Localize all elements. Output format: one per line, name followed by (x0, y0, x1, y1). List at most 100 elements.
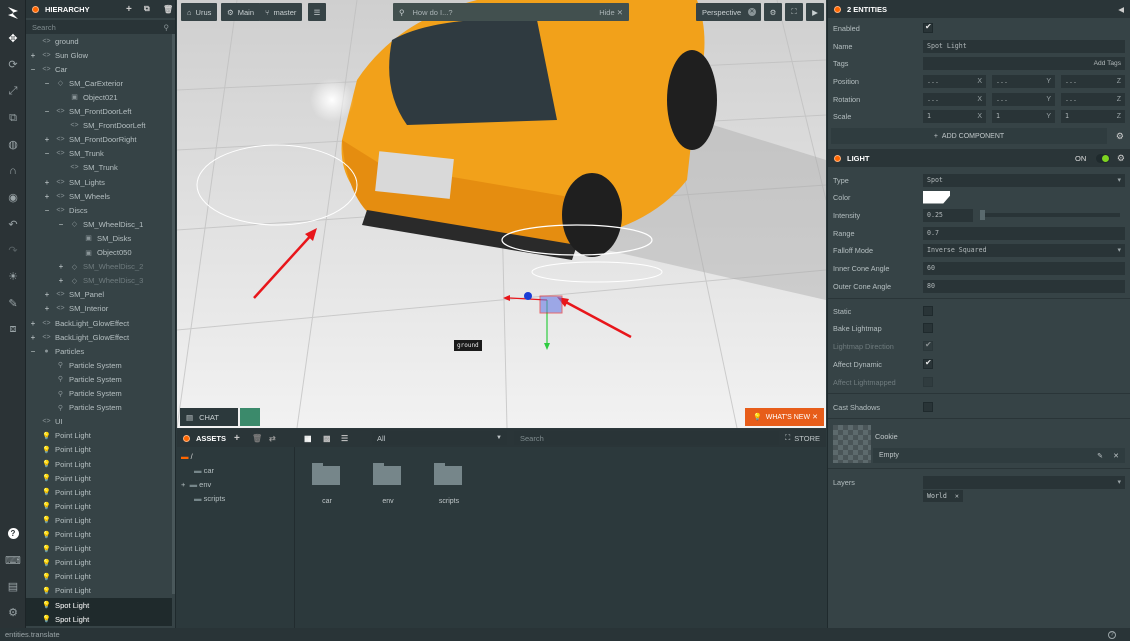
tree-item[interactable]: 💡 Point Light (26, 584, 172, 598)
asset-filter-select[interactable]: All ▼ (372, 431, 507, 445)
keyboard-icon[interactable]: ⌨ (0, 549, 26, 571)
whats-new-button[interactable]: 💡 WHAT'S NEW ✕ (745, 408, 824, 426)
enabled-checkbox[interactable] (923, 22, 933, 33)
rotate-icon[interactable]: ⟳ (0, 53, 26, 75)
light-icon[interactable]: ☀ (0, 265, 26, 287)
hierarchy-search-input[interactable]: Search ⚲ (26, 20, 175, 34)
tree-item[interactable]: + <> SM_Panel (26, 288, 172, 302)
lightmap-direction-checkbox[interactable] (923, 340, 933, 351)
chat-button[interactable]: ▤ CHAT (180, 408, 238, 426)
expand-toggle-icon[interactable]: − (57, 220, 65, 229)
expand-toggle-icon[interactable]: + (29, 319, 37, 328)
expand-toggle-icon[interactable]: + (43, 178, 51, 187)
tree-item[interactable]: ▣ SM_Disks (26, 231, 172, 245)
asset-tree-item-car[interactable]: ▬ car (194, 466, 214, 475)
tree-item[interactable]: + <> SM_FrontDoorRight (26, 133, 172, 147)
tree-item[interactable]: + <> SM_Lights (26, 175, 172, 189)
tree-item[interactable]: 💡 Point Light (26, 528, 172, 542)
viewport-settings-button[interactable]: ⚙ (764, 3, 782, 21)
help-icon[interactable]: ? (0, 522, 26, 544)
expand-toggle-icon[interactable]: + (57, 262, 65, 271)
magnet-icon[interactable]: ∩ (0, 160, 26, 182)
expand-toggle-icon[interactable]: + (29, 333, 37, 342)
tree-item[interactable]: 💡 Point Light (26, 542, 172, 556)
intensity-slider[interactable] (980, 210, 1120, 220)
playcanvas-logo-icon[interactable] (0, 2, 26, 24)
add-entity-icon[interactable]: + (126, 4, 132, 15)
tree-item[interactable]: − <> Car (26, 62, 172, 76)
add-asset-icon[interactable]: + (234, 433, 240, 444)
asset-folder-scripts[interactable]: scripts (434, 463, 464, 508)
globe-icon[interactable]: ◍ (0, 133, 26, 155)
tree-item[interactable]: − <> SM_FrontDoorLeft (26, 105, 172, 119)
scale-icon[interactable]: ⤢ (0, 80, 26, 102)
affect-lightmapped-checkbox[interactable] (923, 377, 933, 387)
store-button[interactable]: ⛶ STORE (785, 431, 820, 445)
cast-shadows-checkbox[interactable] (923, 402, 933, 412)
tree-item[interactable]: 💡 Point Light (26, 429, 172, 443)
tree-item[interactable]: 💡 Point Light (26, 499, 172, 513)
asset-folder-env[interactable]: env (373, 463, 403, 508)
tree-item[interactable]: <> UI (26, 415, 172, 429)
tree-item[interactable]: 💡 Point Light (26, 556, 172, 570)
asset-tree-item-scripts[interactable]: ▬ scripts (194, 494, 225, 503)
fullscreen-button[interactable]: ⛶ (785, 3, 803, 21)
tree-item[interactable]: + <> Sun Glow (26, 48, 172, 62)
rotation-x-field[interactable]: ... X (923, 92, 986, 106)
refresh-icon[interactable]: ⇄ (269, 434, 276, 443)
tree-item[interactable]: − ● Particles (26, 344, 172, 358)
expand-toggle-icon[interactable]: − (43, 107, 51, 116)
light-component-header[interactable]: LIGHT ON ⚙ (828, 149, 1130, 167)
tree-item[interactable]: ▣ Object021 (26, 90, 172, 104)
info-icon[interactable]: ? (1108, 630, 1116, 639)
falloff-select[interactable]: Inverse Squared ▾ (923, 243, 1125, 257)
asset-tree-item-env[interactable]: + ▬ env (181, 480, 211, 489)
add-component-button[interactable]: + ADD COMPONENT (831, 128, 1107, 144)
position-y-field[interactable]: ... Y (992, 74, 1055, 88)
scene-button[interactable]: ⚙ Main (221, 3, 260, 21)
tree-item[interactable]: 💡 Spot Light (26, 598, 172, 613)
tree-item[interactable]: + ◇ SM_WheelDisc_2 (26, 260, 172, 274)
resize-icon[interactable]: ⧉ (0, 107, 26, 129)
tree-item[interactable]: + <> BackLight_GlowEffect (26, 330, 172, 344)
tree-item[interactable]: 💡 Point Light (26, 570, 172, 584)
asset-root[interactable]: ▬ / (181, 452, 193, 461)
close-icon[interactable]: ✕ (748, 8, 756, 16)
tree-item[interactable]: ⚲ Particle System (26, 358, 172, 372)
hierarchy-scrollbar[interactable] (172, 34, 175, 594)
edit-icon[interactable]: ✎ (1097, 452, 1103, 460)
help-search-input[interactable]: ⚲ How do I...? Hide ✕ (393, 3, 629, 21)
tree-item[interactable]: − <> Discs (26, 203, 172, 217)
inner-cone-field[interactable]: 60 (923, 261, 1125, 275)
light-toggle[interactable] (1096, 153, 1110, 163)
bake-lightmap-checkbox[interactable] (923, 323, 933, 333)
tree-item[interactable]: ⚲ Particle System (26, 387, 172, 401)
small-grid-view-icon[interactable]: ▩ (323, 434, 331, 443)
affect-dynamic-checkbox[interactable] (923, 358, 933, 369)
expand-toggle-icon[interactable]: + (57, 276, 65, 285)
rotation-y-field[interactable]: ... Y (992, 92, 1055, 106)
collapse-icon[interactable]: ◀ (1118, 5, 1124, 14)
tree-item[interactable]: 💡 Point Light (26, 513, 172, 527)
cookie-thumbnail[interactable] (833, 425, 871, 463)
branch-button[interactable]: ⑂ master (259, 3, 303, 21)
name-field[interactable]: Spot Light (923, 39, 1125, 53)
tags-field[interactable]: Add Tags (923, 56, 1125, 70)
tree-item[interactable]: + <> SM_Interior (26, 302, 172, 316)
tree-item[interactable]: + ◇ SM_WheelDisc_3 (26, 274, 172, 288)
tree-item[interactable]: − <> SM_Trunk (26, 147, 172, 161)
expand-toggle-icon[interactable]: − (29, 65, 37, 74)
intensity-slider-handle[interactable] (980, 210, 985, 220)
cookie-asset-field[interactable]: Empty ✎ ✕ (873, 448, 1125, 463)
duplicate-icon[interactable]: ⧉ (144, 4, 150, 14)
project-button[interactable]: ⌂ Urus (181, 3, 218, 21)
tree-item[interactable]: <> SM_FrontDoorLeft (26, 119, 172, 133)
static-checkbox[interactable] (923, 306, 933, 316)
position-z-field[interactable]: ... Z (1061, 74, 1125, 88)
tree-item[interactable]: 💡 Point Light (26, 485, 172, 499)
tree-item[interactable]: 💡 Point Light (26, 457, 172, 471)
scale-y-field[interactable]: 1Y (992, 109, 1055, 123)
outer-cone-field[interactable]: 80 (923, 279, 1125, 293)
close-icon[interactable]: ✕ (812, 413, 818, 421)
expand-toggle-icon[interactable]: + (43, 304, 51, 313)
